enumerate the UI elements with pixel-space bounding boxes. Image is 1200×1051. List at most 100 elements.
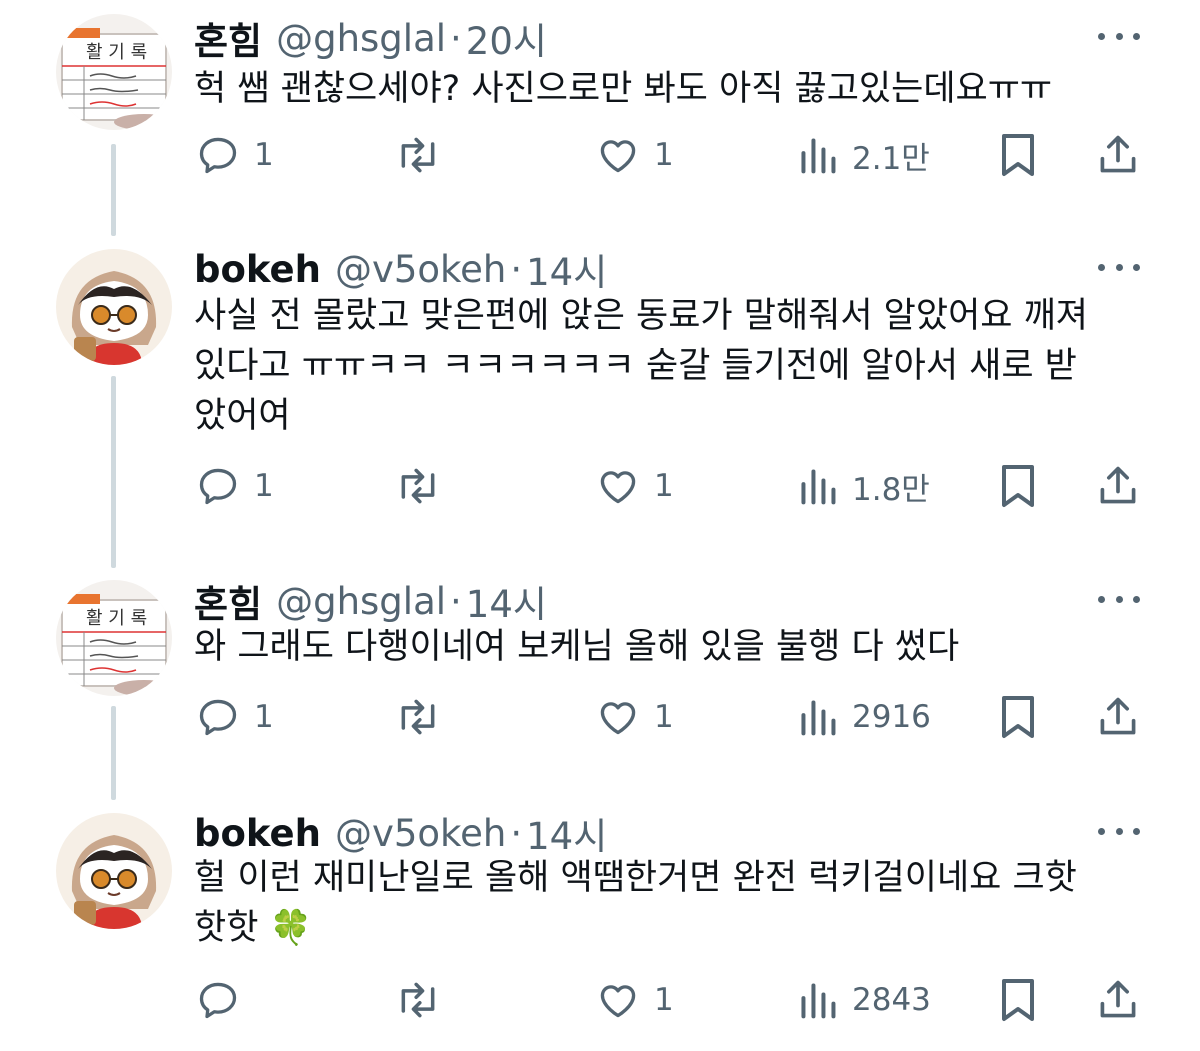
handle[interactable]: @v5okeh: [335, 812, 506, 855]
repost-button[interactable]: [394, 692, 456, 742]
bookmark-button[interactable]: [998, 692, 1038, 742]
share-button[interactable]: [1096, 461, 1140, 511]
tweet-header: 혼힘 @ghsglal · 20시: [194, 11, 547, 65]
separator-dot: ·: [510, 811, 523, 855]
reply-button[interactable]: 1: [196, 692, 274, 742]
separator-dot: ·: [450, 16, 462, 60]
display-name[interactable]: 혼힘: [194, 11, 262, 65]
tweet-text-line: 헐 이런 재미난일로 올해 액땜한거면 완전 럭키걸이네요 크핫: [194, 858, 1077, 898]
more-icon[interactable]: [1098, 819, 1140, 843]
action-bar: 1 1 2916: [0, 692, 1200, 742]
views-button[interactable]: 2.1만: [798, 130, 930, 180]
action-bar: 1 1 1.8만: [0, 461, 1200, 511]
handle[interactable]: @ghsglal: [276, 17, 446, 60]
reply-icon: [199, 137, 237, 174]
handle[interactable]: @ghsglal: [276, 580, 446, 623]
views-button[interactable]: 1.8만: [798, 461, 930, 511]
svg-text:활 기 록: 활 기 록: [86, 608, 147, 629]
reply-icon: [199, 982, 237, 1019]
more-icon[interactable]: [1098, 587, 1140, 611]
views-button[interactable]: 2916: [798, 692, 931, 742]
bookmark-button[interactable]: [998, 461, 1038, 511]
views-icon: [801, 700, 836, 736]
share-icon: [1100, 466, 1136, 504]
four-leaf-clover-emoji: 🍀: [269, 908, 312, 948]
view-count: 2843: [852, 982, 931, 1018]
share-button[interactable]: [1096, 975, 1140, 1025]
tweet[interactable]: 활 기 록 혼힘 @ghsglal · 14시 와 그래도 다행이네여 보케님 …: [0, 577, 1200, 747]
views-icon: [801, 469, 836, 505]
timestamp[interactable]: 20시: [466, 11, 547, 65]
display-name[interactable]: 혼힘: [194, 574, 262, 628]
tweet-text-line: 사실 전 몰랐고 맞은편에 앉은 동료가 말해줘서 알았어요 깨져: [194, 296, 1089, 336]
tweet-header: bokeh @v5okeh · 14시: [194, 806, 607, 860]
view-count: 2916: [852, 699, 931, 735]
like-button[interactable]: 1: [596, 975, 674, 1025]
tweet-header: 혼힘 @ghsglal · 14시: [194, 574, 547, 628]
repost-icon: [401, 137, 435, 173]
like-count: 1: [654, 468, 674, 504]
bookmark-button[interactable]: [998, 975, 1038, 1025]
repost-icon: [401, 982, 435, 1018]
avatar[interactable]: [56, 249, 172, 365]
timestamp[interactable]: 14시: [466, 574, 547, 628]
share-icon: [1100, 980, 1136, 1018]
like-button[interactable]: 1: [596, 461, 674, 511]
share-icon: [1100, 135, 1136, 173]
bookmark-icon: [1002, 134, 1034, 176]
heart-icon: [600, 140, 636, 173]
like-button[interactable]: 1: [596, 692, 674, 742]
tweet-text: 사실 전 몰랐고 맞은편에 앉은 동료가 말해줘서 알았어요 깨져 있다고 ㅠㅠ…: [194, 291, 1154, 441]
more-icon[interactable]: [1098, 255, 1140, 279]
avatar-bokeh: [56, 249, 172, 365]
tweet-text-line: 핫핫 🍀: [194, 903, 1154, 953]
avatar[interactable]: 활 기 록: [56, 14, 172, 130]
repost-button[interactable]: [394, 461, 456, 511]
tweet[interactable]: 활 기 록 혼힘 @ghsglal · 20시 헉 쌤 괜찮으세야? 사진으로만…: [0, 14, 1200, 204]
share-button[interactable]: [1096, 692, 1140, 742]
action-bar: 1 2843: [0, 975, 1200, 1025]
handle[interactable]: @v5okeh: [335, 248, 506, 291]
timestamp[interactable]: 14시: [526, 806, 607, 860]
bookmark-icon: [1002, 696, 1034, 738]
avatar[interactable]: 활 기 록: [56, 580, 172, 696]
tweet-text: 헉 쌤 괜찮으세야? 사진으로만 봐도 아직 끓고있는데요ㅠㅠ: [194, 64, 1154, 114]
heart-icon: [600, 702, 636, 735]
separator-dot: ·: [450, 579, 462, 623]
views-button[interactable]: 2843: [798, 975, 931, 1025]
tweet-text-line: 았어여: [194, 396, 291, 436]
like-count: 1: [654, 137, 674, 173]
tweet-text-line: 헉 쌤 괜찮으세야? 사진으로만 봐도 아직 끓고있는데요ㅠㅠ: [194, 69, 1053, 109]
repost-icon: [401, 468, 435, 504]
tweet-text: 헐 이런 재미난일로 올해 액땜한거면 완전 럭키걸이네요 크핫 핫핫 🍀: [194, 853, 1154, 953]
reply-button[interactable]: [196, 975, 254, 1025]
share-icon: [1100, 697, 1136, 735]
tweet-text-line: 있다고 ㅠㅠㅋㅋ ㅋㅋㅋㅋㅋㅋ 숟갈 들기전에 알아서 새로 받: [194, 346, 1077, 386]
like-button[interactable]: 1: [596, 130, 674, 180]
like-count: 1: [654, 982, 674, 1018]
separator-dot: ·: [510, 247, 523, 291]
tweet[interactable]: bokeh @v5okeh · 14시 헐 이런 재미난일로 올해 액땜한거면 …: [0, 809, 1200, 1049]
avatar[interactable]: [56, 813, 172, 929]
tweet-header: bokeh @v5okeh · 14시: [194, 242, 607, 296]
view-count: 1.8만: [852, 471, 930, 508]
repost-button[interactable]: [394, 975, 456, 1025]
bookmark-button[interactable]: [998, 130, 1038, 180]
repost-button[interactable]: [394, 130, 456, 180]
more-icon[interactable]: [1098, 24, 1140, 48]
display-name[interactable]: bokeh: [194, 248, 321, 291]
reply-button[interactable]: 1: [196, 461, 274, 511]
reply-button[interactable]: 1: [196, 130, 274, 180]
display-name[interactable]: bokeh: [194, 812, 321, 855]
svg-text:활 기 록: 활 기 록: [86, 42, 147, 63]
views-icon: [801, 983, 836, 1019]
tweet[interactable]: bokeh @v5okeh · 14시 사실 전 몰랐고 맞은편에 앉은 동료가…: [0, 245, 1200, 535]
heart-icon: [600, 985, 636, 1018]
share-button[interactable]: [1096, 130, 1140, 180]
heart-icon: [600, 471, 636, 504]
tweet-text-fragment: 핫핫: [194, 908, 259, 948]
repost-icon: [401, 699, 435, 735]
reply-icon: [199, 468, 237, 505]
reply-count: 1: [254, 137, 274, 173]
timestamp[interactable]: 14시: [526, 242, 607, 296]
